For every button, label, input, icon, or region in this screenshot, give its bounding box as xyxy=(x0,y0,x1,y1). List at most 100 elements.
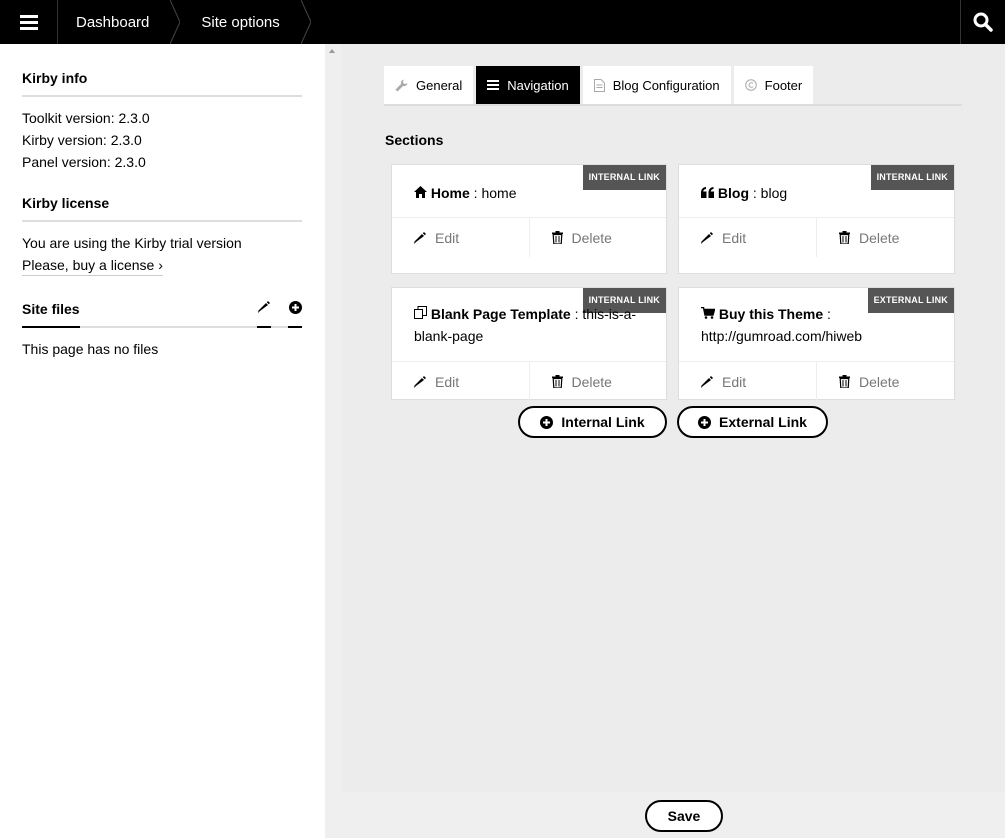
section-separator: : xyxy=(749,185,761,201)
edit-label: Edit xyxy=(722,373,747,390)
section-name: Buy this Theme xyxy=(718,306,824,322)
save-label: Save xyxy=(667,808,701,824)
top-bar: Dashboard Site options xyxy=(0,0,1005,44)
sections-label: Sections xyxy=(385,132,444,148)
tab-blog-configuration[interactable]: Blog Configuration xyxy=(582,66,731,104)
copy-icon xyxy=(414,306,427,319)
add-internal-link-button[interactable]: Internal Link xyxy=(518,406,667,438)
search-button[interactable] xyxy=(960,0,1005,44)
list-icon xyxy=(487,80,500,90)
delete-label: Delete xyxy=(571,229,612,246)
tab-general[interactable]: General xyxy=(384,66,474,104)
chevron-right-icon xyxy=(167,0,183,44)
breadcrumb-site-options[interactable]: Site options xyxy=(183,0,297,44)
edit-label: Edit xyxy=(722,229,747,246)
section-card-blog: Internal link Blog : blog Edit Delete xyxy=(678,164,955,274)
edit-label: Edit xyxy=(435,373,460,390)
tab-navigation-label: Navigation xyxy=(507,77,569,93)
chevron-right-icon xyxy=(298,0,314,44)
pencil-icon xyxy=(701,231,713,244)
pencil-icon xyxy=(414,231,426,244)
trash-icon xyxy=(551,375,563,388)
section-name: Home xyxy=(430,185,470,201)
section-title: Buy this Theme : http://gumroad.com/hiwe… xyxy=(701,303,931,347)
delete-button[interactable]: Delete xyxy=(528,362,667,401)
edit-button[interactable]: Edit xyxy=(679,362,816,401)
kirby-version: Kirby version: 2.3.0 xyxy=(22,132,142,148)
kirby-license-heading: Kirby license xyxy=(22,195,302,222)
kirby-info-heading: Kirby info xyxy=(22,70,302,97)
tab-general-label: General xyxy=(416,77,463,93)
edit-label: Edit xyxy=(435,229,460,246)
delete-button[interactable]: Delete xyxy=(816,362,954,401)
edit-files-button[interactable] xyxy=(257,298,271,328)
delete-button[interactable]: Delete xyxy=(528,218,667,257)
section-value: home xyxy=(481,185,517,201)
tab-navigation[interactable]: Navigation xyxy=(476,66,580,104)
copyright-icon xyxy=(744,79,757,91)
sidebar: Kirby info Toolkit version: 2.3.0 Kirby … xyxy=(0,44,325,838)
section-title: Blog : blog xyxy=(701,182,931,204)
toolkit-version: Toolkit version: 2.3.0 xyxy=(22,110,150,126)
add-external-link-button[interactable]: External Link xyxy=(677,406,828,438)
edit-button[interactable]: Edit xyxy=(679,218,816,257)
menu-button[interactable] xyxy=(0,0,58,44)
section-separator: : xyxy=(570,306,583,322)
breadcrumb-site-options-label: Site options xyxy=(201,13,280,31)
cart-icon xyxy=(701,306,716,319)
quote-icon xyxy=(701,187,714,198)
edit-button[interactable]: Edit xyxy=(392,362,529,401)
card-actions: Edit Delete xyxy=(392,217,666,257)
plus-circle-icon xyxy=(540,415,554,429)
section-title: Home : home xyxy=(414,182,644,204)
document-icon xyxy=(593,78,605,92)
search-icon xyxy=(973,12,993,32)
save-button[interactable]: Save xyxy=(645,800,723,832)
edit-button[interactable]: Edit xyxy=(392,218,529,257)
section-value: blog xyxy=(760,185,788,201)
section-name: Blog xyxy=(717,185,749,201)
delete-label: Delete xyxy=(571,373,612,390)
trash-icon xyxy=(839,375,850,388)
tab-bar: General Navigation Blog Configuration Fo… xyxy=(384,66,962,106)
trash-icon xyxy=(839,231,850,244)
panel-version: Panel version: 2.3.0 xyxy=(22,154,146,170)
section-title: Blank Page Template : this-is-a-blank-pa… xyxy=(414,303,644,347)
hamburger-icon xyxy=(19,14,38,30)
section-card-buy-theme: External link Buy this Theme : http://gu… xyxy=(678,287,955,401)
site-files-header: Site files xyxy=(22,298,302,328)
plus-circle-icon xyxy=(288,301,302,314)
tab-footer[interactable]: Footer xyxy=(733,66,814,104)
pencil-icon xyxy=(701,375,713,388)
add-file-button[interactable] xyxy=(288,298,302,328)
delete-label: Delete xyxy=(859,373,900,390)
tab-footer-label: Footer xyxy=(764,77,803,93)
card-actions: Edit Delete xyxy=(679,217,954,257)
license-text: You are using the Kirby trial version xyxy=(22,235,242,251)
breadcrumb-dashboard-label: Dashboard xyxy=(76,13,150,31)
site-files-heading: Site files xyxy=(22,298,80,328)
buy-license-link[interactable]: Please, buy a license › xyxy=(22,256,163,276)
delete-button[interactable]: Delete xyxy=(816,218,954,257)
delete-label: Delete xyxy=(859,229,900,246)
home-icon xyxy=(414,186,427,198)
form-panel xyxy=(341,44,1005,792)
section-separator: : xyxy=(823,306,831,322)
card-actions: Edit Delete xyxy=(392,361,666,401)
pencil-icon xyxy=(414,375,426,388)
section-card-blank-page: Internal link Blank Page Template : this… xyxy=(391,287,667,401)
section-separator: : xyxy=(469,185,482,201)
breadcrumb-dashboard[interactable]: Dashboard xyxy=(58,0,167,44)
section-name: Blank Page Template xyxy=(430,306,571,322)
section-card-home: Internal link Home : home Edit Delete xyxy=(391,164,667,274)
no-files-message: This page has no files xyxy=(22,341,159,357)
pencil-icon xyxy=(258,301,270,313)
plus-circle-icon xyxy=(698,415,712,429)
tab-blog-configuration-label: Blog Configuration xyxy=(612,77,720,93)
add-internal-link-label: Internal Link xyxy=(561,414,645,430)
add-external-link-label: External Link xyxy=(719,414,807,430)
wrench-icon xyxy=(395,79,408,91)
card-actions: Edit Delete xyxy=(679,361,954,401)
trash-icon xyxy=(551,231,563,244)
section-value: http://gumroad.com/hiweb xyxy=(701,328,863,344)
